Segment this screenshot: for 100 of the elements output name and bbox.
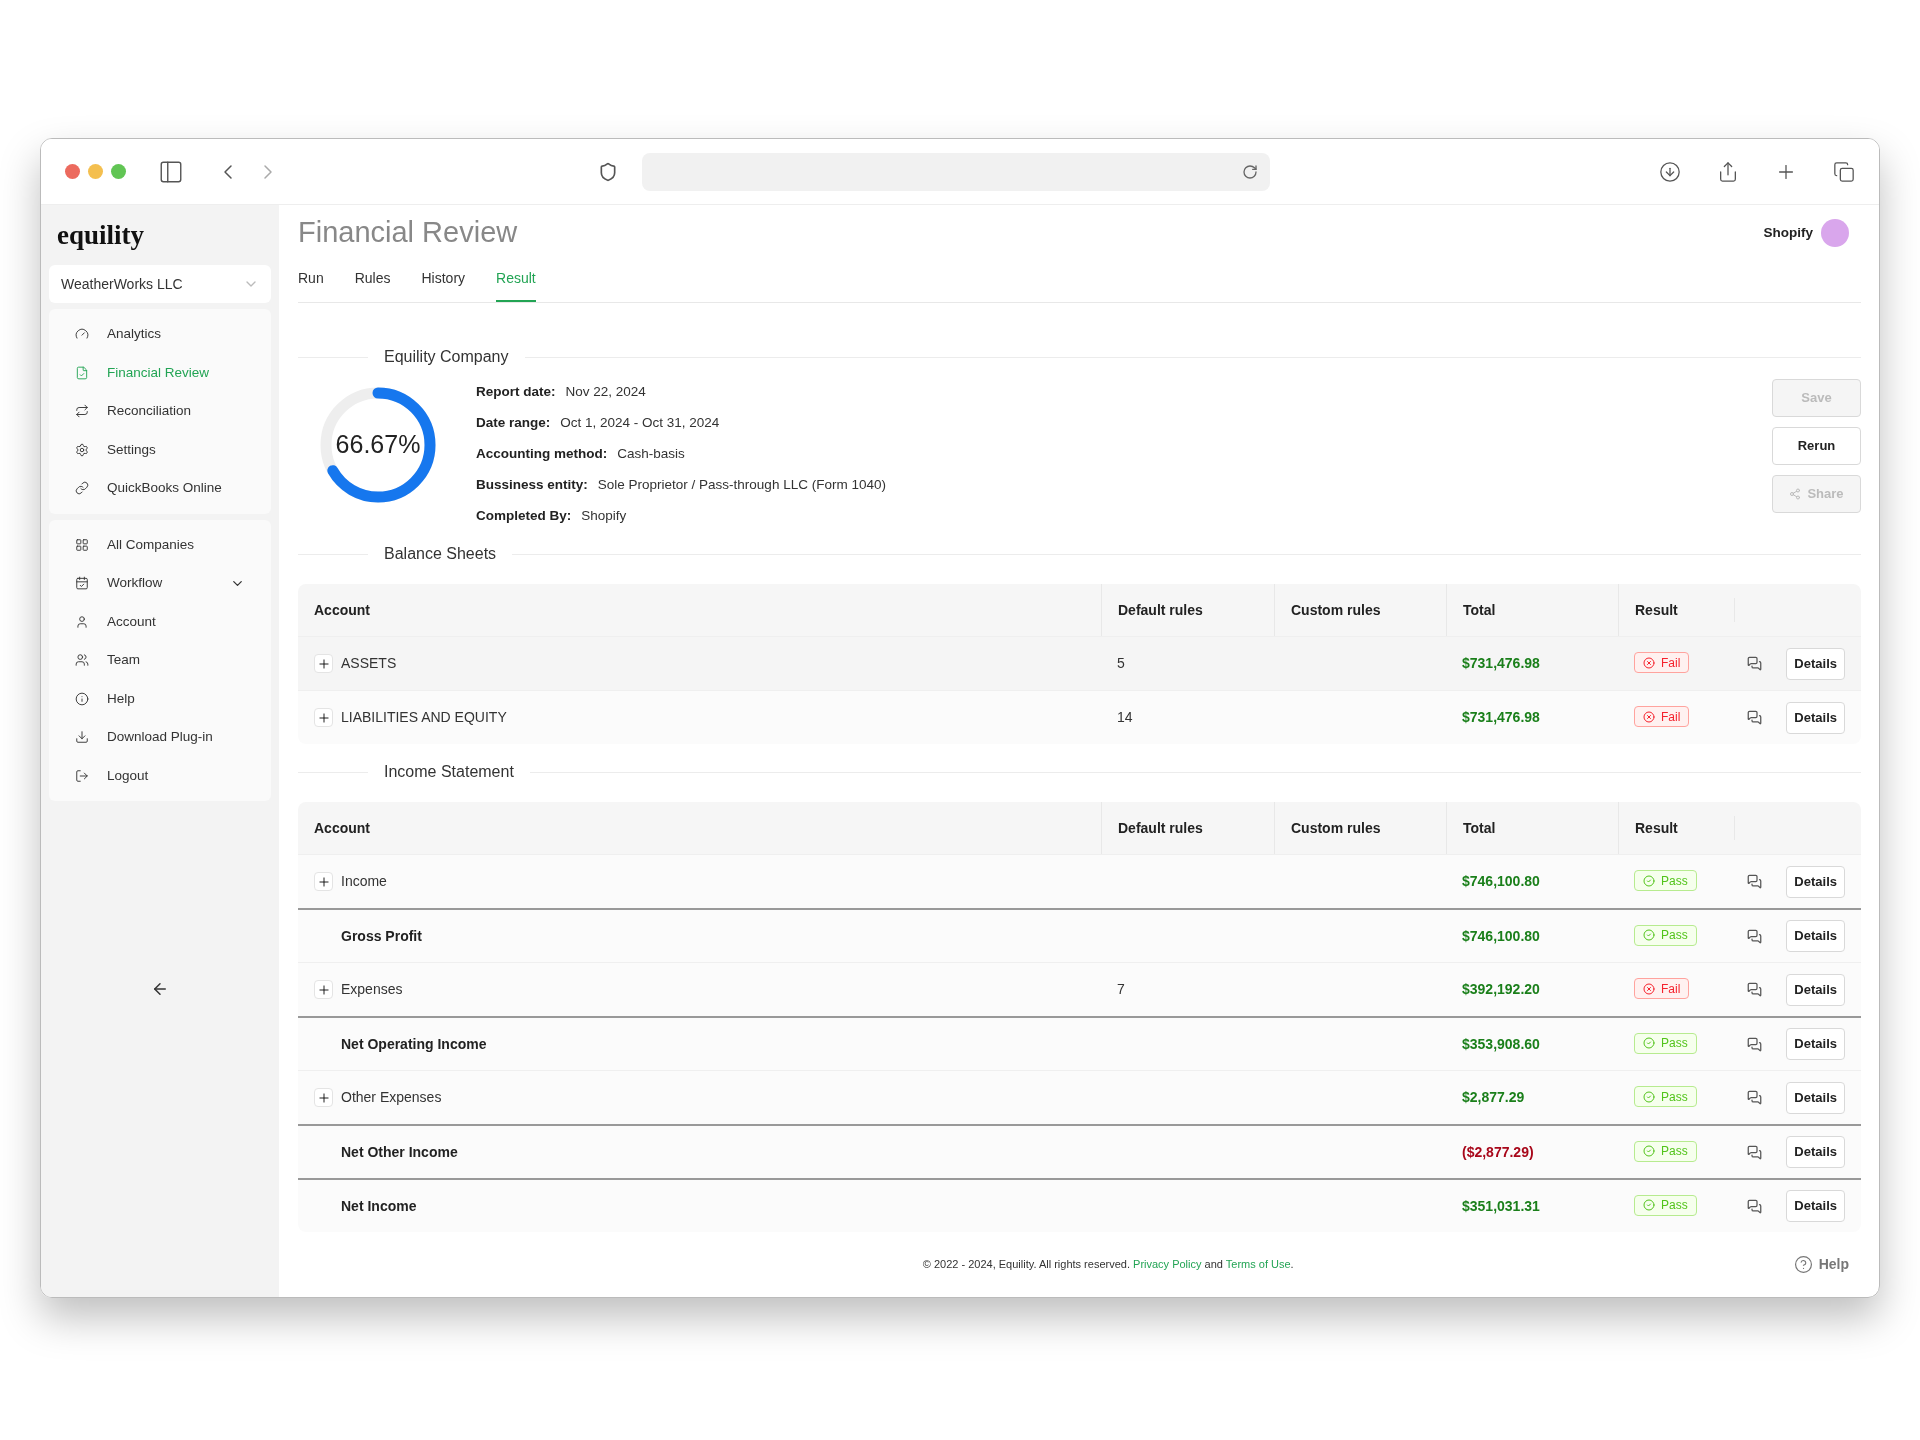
total-amount: $2,877.29 [1462, 1089, 1525, 1105]
details-button[interactable]: Details [1786, 973, 1845, 1006]
nav-item[interactable]: Logout [49, 756, 271, 795]
plus-icon [316, 874, 331, 889]
reload-icon[interactable] [1242, 163, 1258, 180]
repeat-icon [75, 404, 89, 419]
tab[interactable]: History [421, 268, 466, 302]
details-button[interactable]: Details [1786, 1028, 1845, 1060]
total-amount: $351,031.31 [1462, 1197, 1540, 1214]
details-button[interactable]: Details [1786, 701, 1845, 734]
account-name: Other Expenses [341, 1088, 442, 1107]
grid-icon [75, 537, 89, 552]
plus-icon [316, 1090, 331, 1105]
nav-item[interactable]: Account [49, 602, 271, 641]
shield-icon[interactable] [598, 161, 618, 182]
nav-item[interactable]: Help [49, 679, 271, 718]
download-icon [75, 730, 89, 745]
info-icon [75, 691, 89, 706]
field-label: Accounting method: [476, 445, 608, 464]
comments-icon[interactable] [1747, 928, 1763, 944]
result-badge: Pass [1634, 1086, 1697, 1108]
result-badge: Pass [1634, 1140, 1697, 1162]
tabs-overview-icon[interactable] [1833, 160, 1855, 183]
download-icon[interactable] [1659, 160, 1681, 183]
result-badge: Pass [1634, 870, 1697, 892]
comments-icon[interactable] [1747, 1090, 1763, 1105]
details-button[interactable]: Details [1786, 1081, 1845, 1114]
settings-icon [75, 442, 89, 457]
share-icon [1789, 488, 1802, 500]
expand-button[interactable] [314, 872, 333, 891]
account-name: Net Operating Income [341, 1034, 487, 1054]
section-heading: Income Statement [383, 762, 515, 782]
expand-button[interactable] [314, 1088, 333, 1107]
user-icon [75, 614, 89, 629]
plus-icon [316, 656, 331, 671]
comments-icon[interactable] [1747, 1198, 1763, 1214]
logout-icon [75, 768, 89, 783]
plus-icon [316, 710, 331, 725]
expand-button[interactable] [314, 654, 333, 673]
comments-icon[interactable] [1747, 874, 1763, 889]
account-name: Net Other Income [341, 1142, 458, 1162]
comments-icon[interactable] [1747, 710, 1763, 725]
column-header: Custom rules [1291, 600, 1381, 620]
total-amount: $731,476.98 [1462, 655, 1540, 671]
account-name: Expenses [341, 980, 403, 999]
expand-button[interactable] [314, 708, 333, 727]
comments-icon[interactable] [1747, 982, 1763, 997]
default-rules-count: 14 [1117, 709, 1133, 725]
nav-item[interactable]: All Companies [49, 525, 271, 564]
comments-icon[interactable] [1747, 656, 1763, 671]
field-value: Nov 22, 2024 [565, 383, 646, 402]
rerun-button[interactable]: Rerun [1772, 427, 1861, 465]
nav-item[interactable]: Team [49, 641, 271, 680]
field-value: Shopify [581, 507, 627, 526]
column-header: Custom rules [1291, 818, 1381, 838]
copyright-text: © 2022 - 2024, Equility. All rights reserved. Privacy Policy and Terms of Use. [922, 1257, 1294, 1273]
company-select[interactable]: WeatherWorks LLC [49, 265, 271, 303]
share-icon[interactable] [1717, 160, 1739, 183]
comments-icon[interactable] [1747, 1144, 1763, 1160]
default-rules-count: 7 [1117, 981, 1125, 997]
details-button[interactable]: Details [1786, 647, 1845, 680]
account-name: Income [341, 872, 387, 891]
nav-item[interactable]: Workflow [49, 564, 271, 603]
section-heading: Equility Company [383, 347, 510, 367]
nav-item[interactable]: QuickBooks Online [49, 469, 271, 508]
field-value: Cash-basis [617, 445, 685, 464]
total-amount: $746,100.80 [1462, 873, 1540, 889]
gauge-icon [75, 327, 89, 342]
nav-item[interactable]: Analytics [49, 315, 271, 354]
details-button[interactable]: Details [1786, 1136, 1845, 1168]
close-window-button[interactable] [65, 164, 80, 179]
total-amount: ($2,877.29) [1462, 1143, 1534, 1160]
details-button[interactable]: Details [1786, 865, 1845, 898]
total-amount: $731,476.98 [1462, 709, 1540, 725]
nav-item[interactable]: Settings [49, 430, 271, 469]
nav-item[interactable]: Download Plug-in [49, 718, 271, 757]
page-title: Financial Review [298, 215, 518, 251]
result-badge: Fail [1634, 978, 1690, 1000]
expand-button[interactable] [314, 980, 333, 999]
field-label: Bussiness entity: [476, 476, 588, 495]
nav-item[interactable]: Reconciliation [49, 392, 271, 431]
field-label: Date range: [476, 414, 551, 433]
account-name: ASSETS [341, 654, 397, 673]
collapse-sidebar-icon[interactable] [151, 980, 169, 998]
result-badge: Pass [1634, 1032, 1697, 1054]
document-check-icon [75, 365, 89, 380]
column-header: Account [314, 818, 370, 838]
tab[interactable]: Rules [354, 268, 391, 302]
comments-icon[interactable] [1747, 1036, 1763, 1052]
tab[interactable]: Run [298, 268, 324, 302]
field-value: Sole Proprietor / Pass-through LLC (Form 1040) [597, 476, 886, 495]
details-button[interactable]: Details [1786, 920, 1845, 952]
plus-icon [316, 982, 331, 997]
result-badge: Fail [1634, 652, 1690, 674]
help-button[interactable]: Help [1793, 1254, 1861, 1275]
total-amount: $353,908.60 [1462, 1035, 1540, 1052]
account-name: Net Income [341, 1196, 417, 1216]
link-icon [75, 481, 89, 496]
details-button[interactable]: Details [1786, 1190, 1845, 1222]
user-name: Shopify [1763, 223, 1813, 242]
